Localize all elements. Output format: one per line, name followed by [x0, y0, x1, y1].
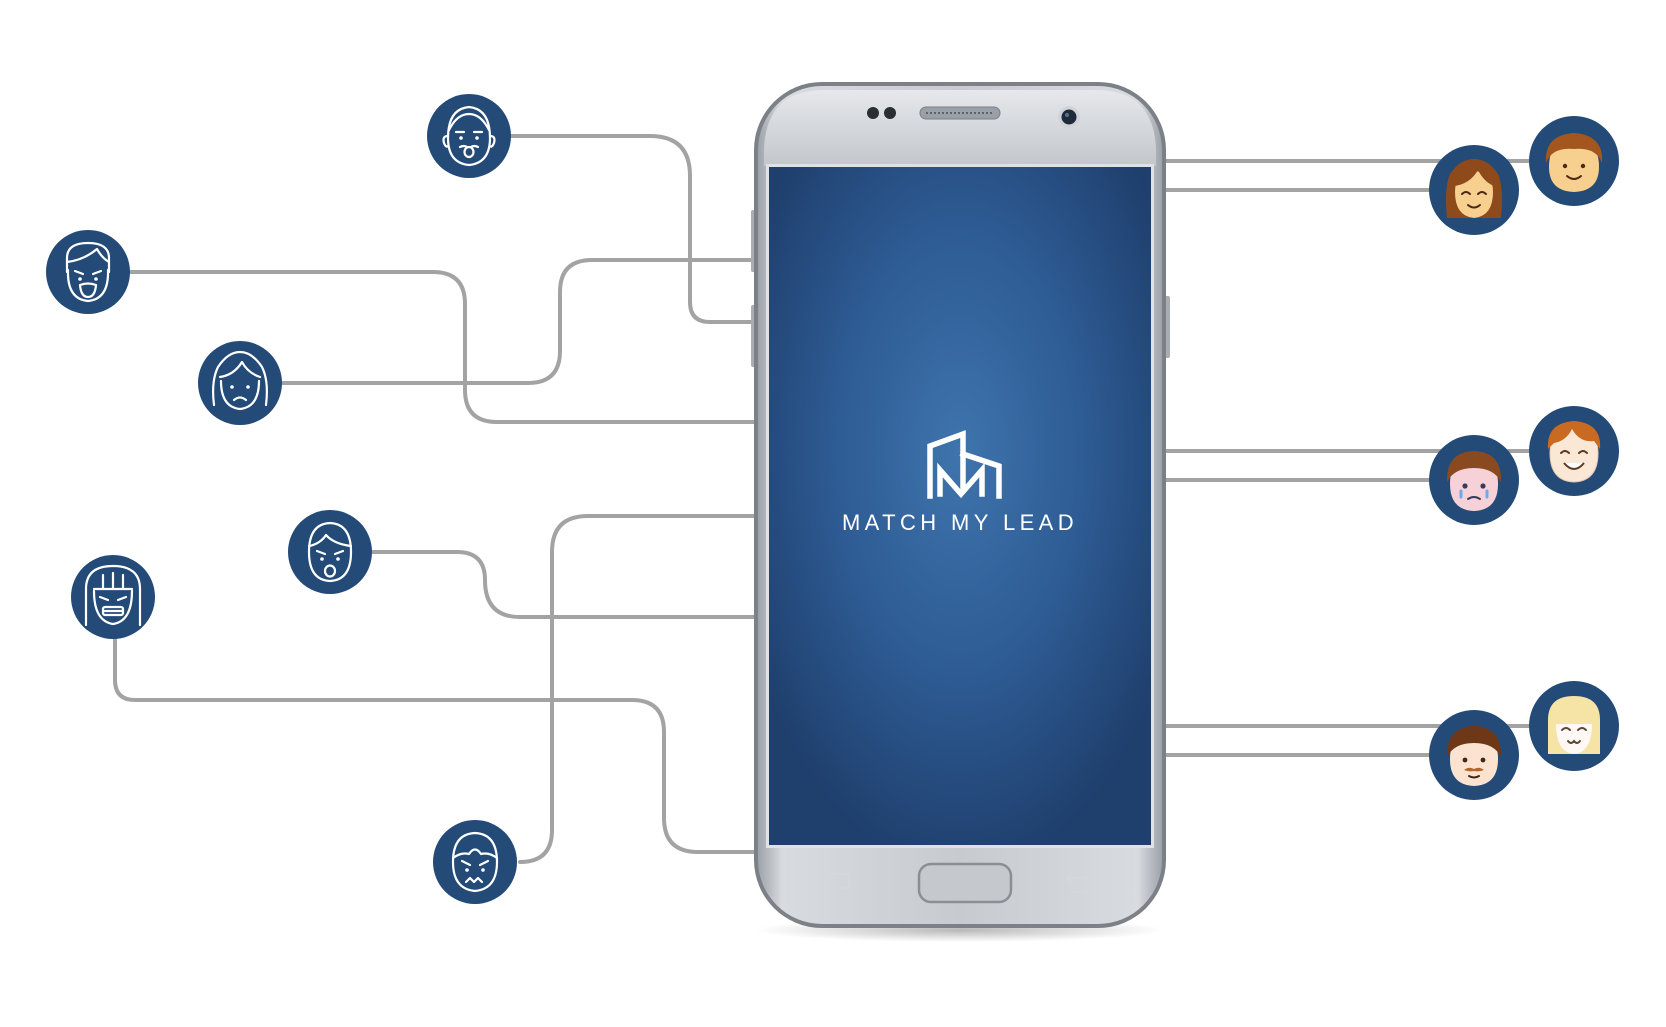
app-brand-name: MATCH MY LEAD [841, 510, 1079, 535]
wire-grimacing-woman [113, 638, 762, 854]
connector-lines-left [113, 134, 762, 864]
left-customer-icons [46, 94, 517, 904]
right-customer-icons [1429, 116, 1619, 800]
angry-boy-outline-icon [433, 820, 517, 904]
crying-boy-color-icon [1429, 435, 1519, 525]
phone-top-bezel [764, 90, 1156, 166]
sad-woman-outline-icon [198, 341, 282, 425]
sensor-dot-left [867, 107, 879, 119]
smiling-boy-color-icon [1529, 116, 1619, 206]
grimacing-woman-outline-icon [71, 555, 155, 639]
connection-diagram: MATCH MY LEAD [0, 0, 1666, 1027]
wire-surprised-man [503, 134, 762, 324]
front-camera-icon [1061, 109, 1077, 125]
shocked-boy-outline-icon [288, 510, 372, 594]
wire-shocked-boy [370, 550, 762, 619]
home-button[interactable] [917, 862, 1013, 904]
mustache-man-color-icon [1429, 710, 1519, 800]
smiling-woman-color-icon [1429, 145, 1519, 235]
surprised-man-outline-icon [427, 94, 511, 178]
happy-blonde-girl-color-icon [1529, 681, 1619, 771]
shouting-man-outline-icon [46, 230, 130, 314]
wire-angry-boy [518, 514, 762, 864]
phone-screen [769, 167, 1151, 845]
sensor-dot-right [884, 107, 896, 119]
laughing-man-color-icon [1529, 406, 1619, 496]
